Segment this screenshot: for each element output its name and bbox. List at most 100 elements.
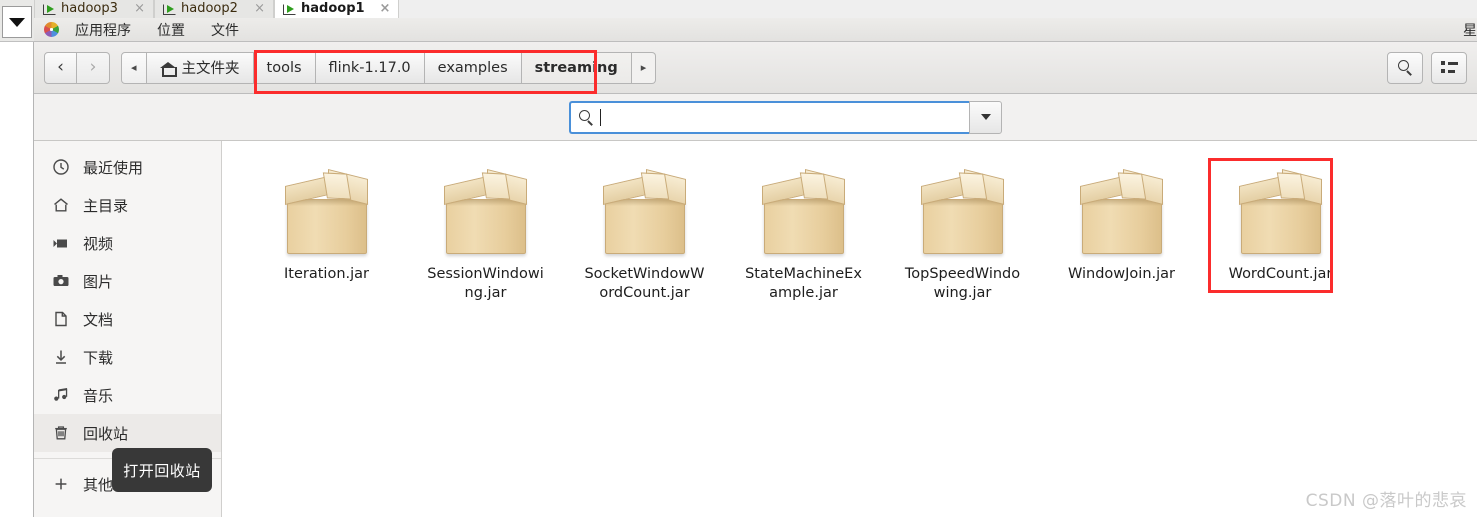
search-widget [569,100,1002,134]
toolbar-right-buttons [1387,51,1467,84]
file-name-label: StateMachineExample.jar [745,266,862,301]
sidebar-item-music[interactable]: 音乐 [34,376,221,414]
video-icon [52,234,70,252]
list-view-icon [1440,61,1458,74]
file-manager-window: ‹ › ◂ 主文件夹 tools flink-1.17.0 examples s… [34,42,1477,517]
sidebar-item-home[interactable]: 主目录 [34,186,221,224]
sidebar-item-label: 图片 [83,272,114,291]
sidebar-item-videos[interactable]: 视频 [34,224,221,262]
background-window-panel [0,42,34,517]
file-item[interactable]: TopSpeedWindowing.jar [883,163,1042,303]
file-item[interactable]: StateMachineExample.jar [724,163,883,303]
close-icon[interactable]: × [124,0,145,18]
screen: hadoop3 × hadoop2 × hadoop1 × 应用程序 位置 文件… [0,0,1477,517]
terminal-icon [43,3,56,15]
breadcrumb-label: examples [437,59,508,76]
search-button[interactable] [1387,51,1423,84]
close-icon[interactable]: × [244,0,265,18]
menu-applications[interactable]: 应用程序 [62,20,144,40]
chevron-down-icon [980,114,991,120]
music-icon [52,386,70,404]
breadcrumb: ◂ 主文件夹 tools flink-1.17.0 examples strea… [121,51,657,84]
download-icon [52,348,70,366]
archive-box-icon [1233,167,1329,257]
file-item[interactable]: WordCount.jar [1201,163,1360,303]
breadcrumb-item-examples[interactable]: examples [424,51,522,84]
sidebar-item-recent[interactable]: 最近使用 [34,148,221,186]
terminal-tab-hadoop2[interactable]: hadoop2 × [154,0,274,18]
home-icon [52,196,70,214]
file-item[interactable]: SessionWindowing.jar [406,163,565,303]
sidebar-item-label: 视频 [83,234,114,253]
terminal-icon [283,3,296,15]
terminal-tabstrip: hadoop3 × hadoop2 × hadoop1 × [34,0,1477,18]
file-name-label: TopSpeedWindowing.jar [904,266,1021,301]
tooltip: 打开回收站 [112,448,212,492]
breadcrumb-label: flink-1.17.0 [328,59,411,76]
file-item[interactable]: Iteration.jar [247,163,406,303]
search-icon [1397,60,1413,76]
breadcrumb-scroll-right[interactable]: ▸ [631,51,657,84]
breadcrumb-item-tools[interactable]: tools [253,51,316,84]
archive-box-icon [1074,167,1170,257]
sidebar-item-downloads[interactable]: 下载 [34,338,221,376]
file-name-label: Iteration.jar [284,266,369,282]
close-icon[interactable]: × [370,0,391,18]
menu-files[interactable]: 文件 [198,20,252,40]
sidebar-item-label: 文档 [83,310,114,329]
gnome-footprint-icon [44,22,59,37]
file-item[interactable]: WindowJoin.jar [1042,163,1201,303]
archive-box-icon [438,167,534,257]
archive-box-icon [915,167,1011,257]
chevron-down-icon [9,17,25,27]
file-name-label: WindowJoin.jar [1067,266,1176,282]
terminal-icon [163,3,176,15]
breadcrumb-label: streaming [534,59,618,76]
chevron-left-icon: ‹ [57,57,64,77]
forward-button[interactable]: › [77,51,110,84]
search-icon [579,109,594,126]
breadcrumb-scroll-left[interactable]: ◂ [121,51,147,84]
desktop-menubar: 应用程序 位置 文件 星 [34,18,1477,42]
file-list-view: Iteration.jar SessionWindowing.jar Socke… [223,141,1477,517]
camera-icon [52,272,70,290]
sidebar-item-label: 最近使用 [83,158,144,177]
view-options-button[interactable] [1431,51,1467,84]
search-dropdown-button[interactable] [969,100,1002,134]
background-window-top [0,0,34,42]
plus-icon [52,475,70,493]
text-caret [600,108,601,126]
trash-icon [52,424,70,442]
breadcrumb-item-flink[interactable]: flink-1.17.0 [315,51,425,84]
back-button[interactable]: ‹ [44,51,77,84]
document-icon [52,310,70,328]
watermark: CSDN @落叶的悲哀 [1305,491,1467,511]
file-item[interactable]: SocketWindowWordCount.jar [565,163,724,303]
sidebar-item-label: 音乐 [83,386,114,405]
search-input-wrapper[interactable] [569,100,969,134]
breadcrumb-label: tools [266,59,302,76]
terminal-tab-hadoop3[interactable]: hadoop3 × [34,0,154,18]
sidebar-item-pictures[interactable]: 图片 [34,262,221,300]
sidebar-item-trash[interactable]: 回收站 [34,414,221,452]
chevron-left-icon: ◂ [131,61,137,74]
file-name-label: SocketWindowWordCount.jar [584,266,705,301]
menu-places[interactable]: 位置 [144,20,198,40]
search-input[interactable] [607,109,961,125]
breadcrumb-item-home[interactable]: 主文件夹 [146,51,254,84]
archive-box-icon [279,167,375,257]
archive-box-icon [597,167,693,257]
file-manager-toolbar: ‹ › ◂ 主文件夹 tools flink-1.17.0 examples s… [34,42,1477,94]
chevron-right-icon: ▸ [640,61,647,74]
file-grid: Iteration.jar SessionWindowing.jar Socke… [247,163,1477,303]
terminal-tab-hadoop1[interactable]: hadoop1 × [274,0,400,18]
sidebar-item-documents[interactable]: 文档 [34,300,221,338]
sidebar-item-label: 回收站 [83,424,129,443]
clock-label[interactable]: 星 [1463,20,1477,40]
chevron-right-icon: › [89,57,97,77]
file-name-label: WordCount.jar [1228,266,1333,282]
breadcrumb-item-streaming[interactable]: streaming [521,51,632,84]
terminal-tab-label: hadoop2 [181,1,238,16]
clock-icon [52,158,70,176]
dropdown-widget[interactable] [2,6,32,38]
